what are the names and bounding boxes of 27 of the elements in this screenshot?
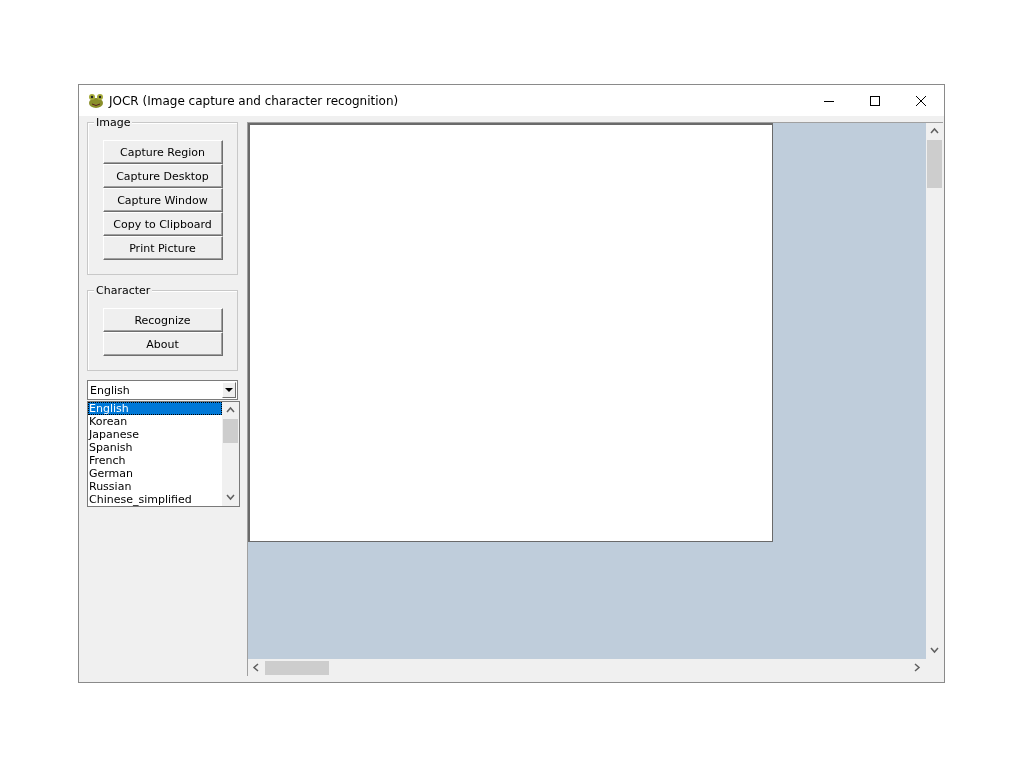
language-list-item[interactable]: Korean <box>88 415 222 428</box>
language-list-item[interactable]: Chinese_simplified <box>88 493 222 506</box>
command-button[interactable]: Capture Desktop <box>102 164 223 188</box>
scrollbar-thumb[interactable] <box>223 419 238 443</box>
command-button[interactable]: Recognize <box>102 308 223 332</box>
command-button[interactable]: Capture Region <box>102 140 223 164</box>
scrollbar-thumb[interactable] <box>265 660 329 675</box>
group-title: Character <box>94 284 153 297</box>
frog-icon <box>87 92 105 109</box>
command-button[interactable]: Print Picture <box>102 236 223 260</box>
vertical-scrollbar[interactable] <box>222 402 239 506</box>
language-list-item[interactable]: Japanese <box>88 428 222 441</box>
scrollbar-thumb[interactable] <box>927 140 942 188</box>
language-list-item[interactable]: Russian <box>88 480 222 493</box>
dropdown-arrow-icon <box>225 387 233 393</box>
window-title: JOCR (Image capture and character recognition) <box>109 93 400 108</box>
language-list-item[interactable]: English <box>88 402 222 415</box>
group-title: Image <box>94 116 133 129</box>
maximize-icon <box>870 95 880 106</box>
close-icon <box>916 95 926 106</box>
language-list-item[interactable]: Spanish <box>88 441 222 454</box>
command-button[interactable]: Copy to Clipboard <box>102 212 223 236</box>
command-button[interactable]: Capture Window <box>102 188 223 212</box>
language-dropdown[interactable]: English <box>87 380 238 400</box>
language-list-item[interactable]: French <box>88 454 222 467</box>
language-list-item[interactable]: German <box>88 467 222 480</box>
command-button[interactable]: About <box>102 332 223 356</box>
